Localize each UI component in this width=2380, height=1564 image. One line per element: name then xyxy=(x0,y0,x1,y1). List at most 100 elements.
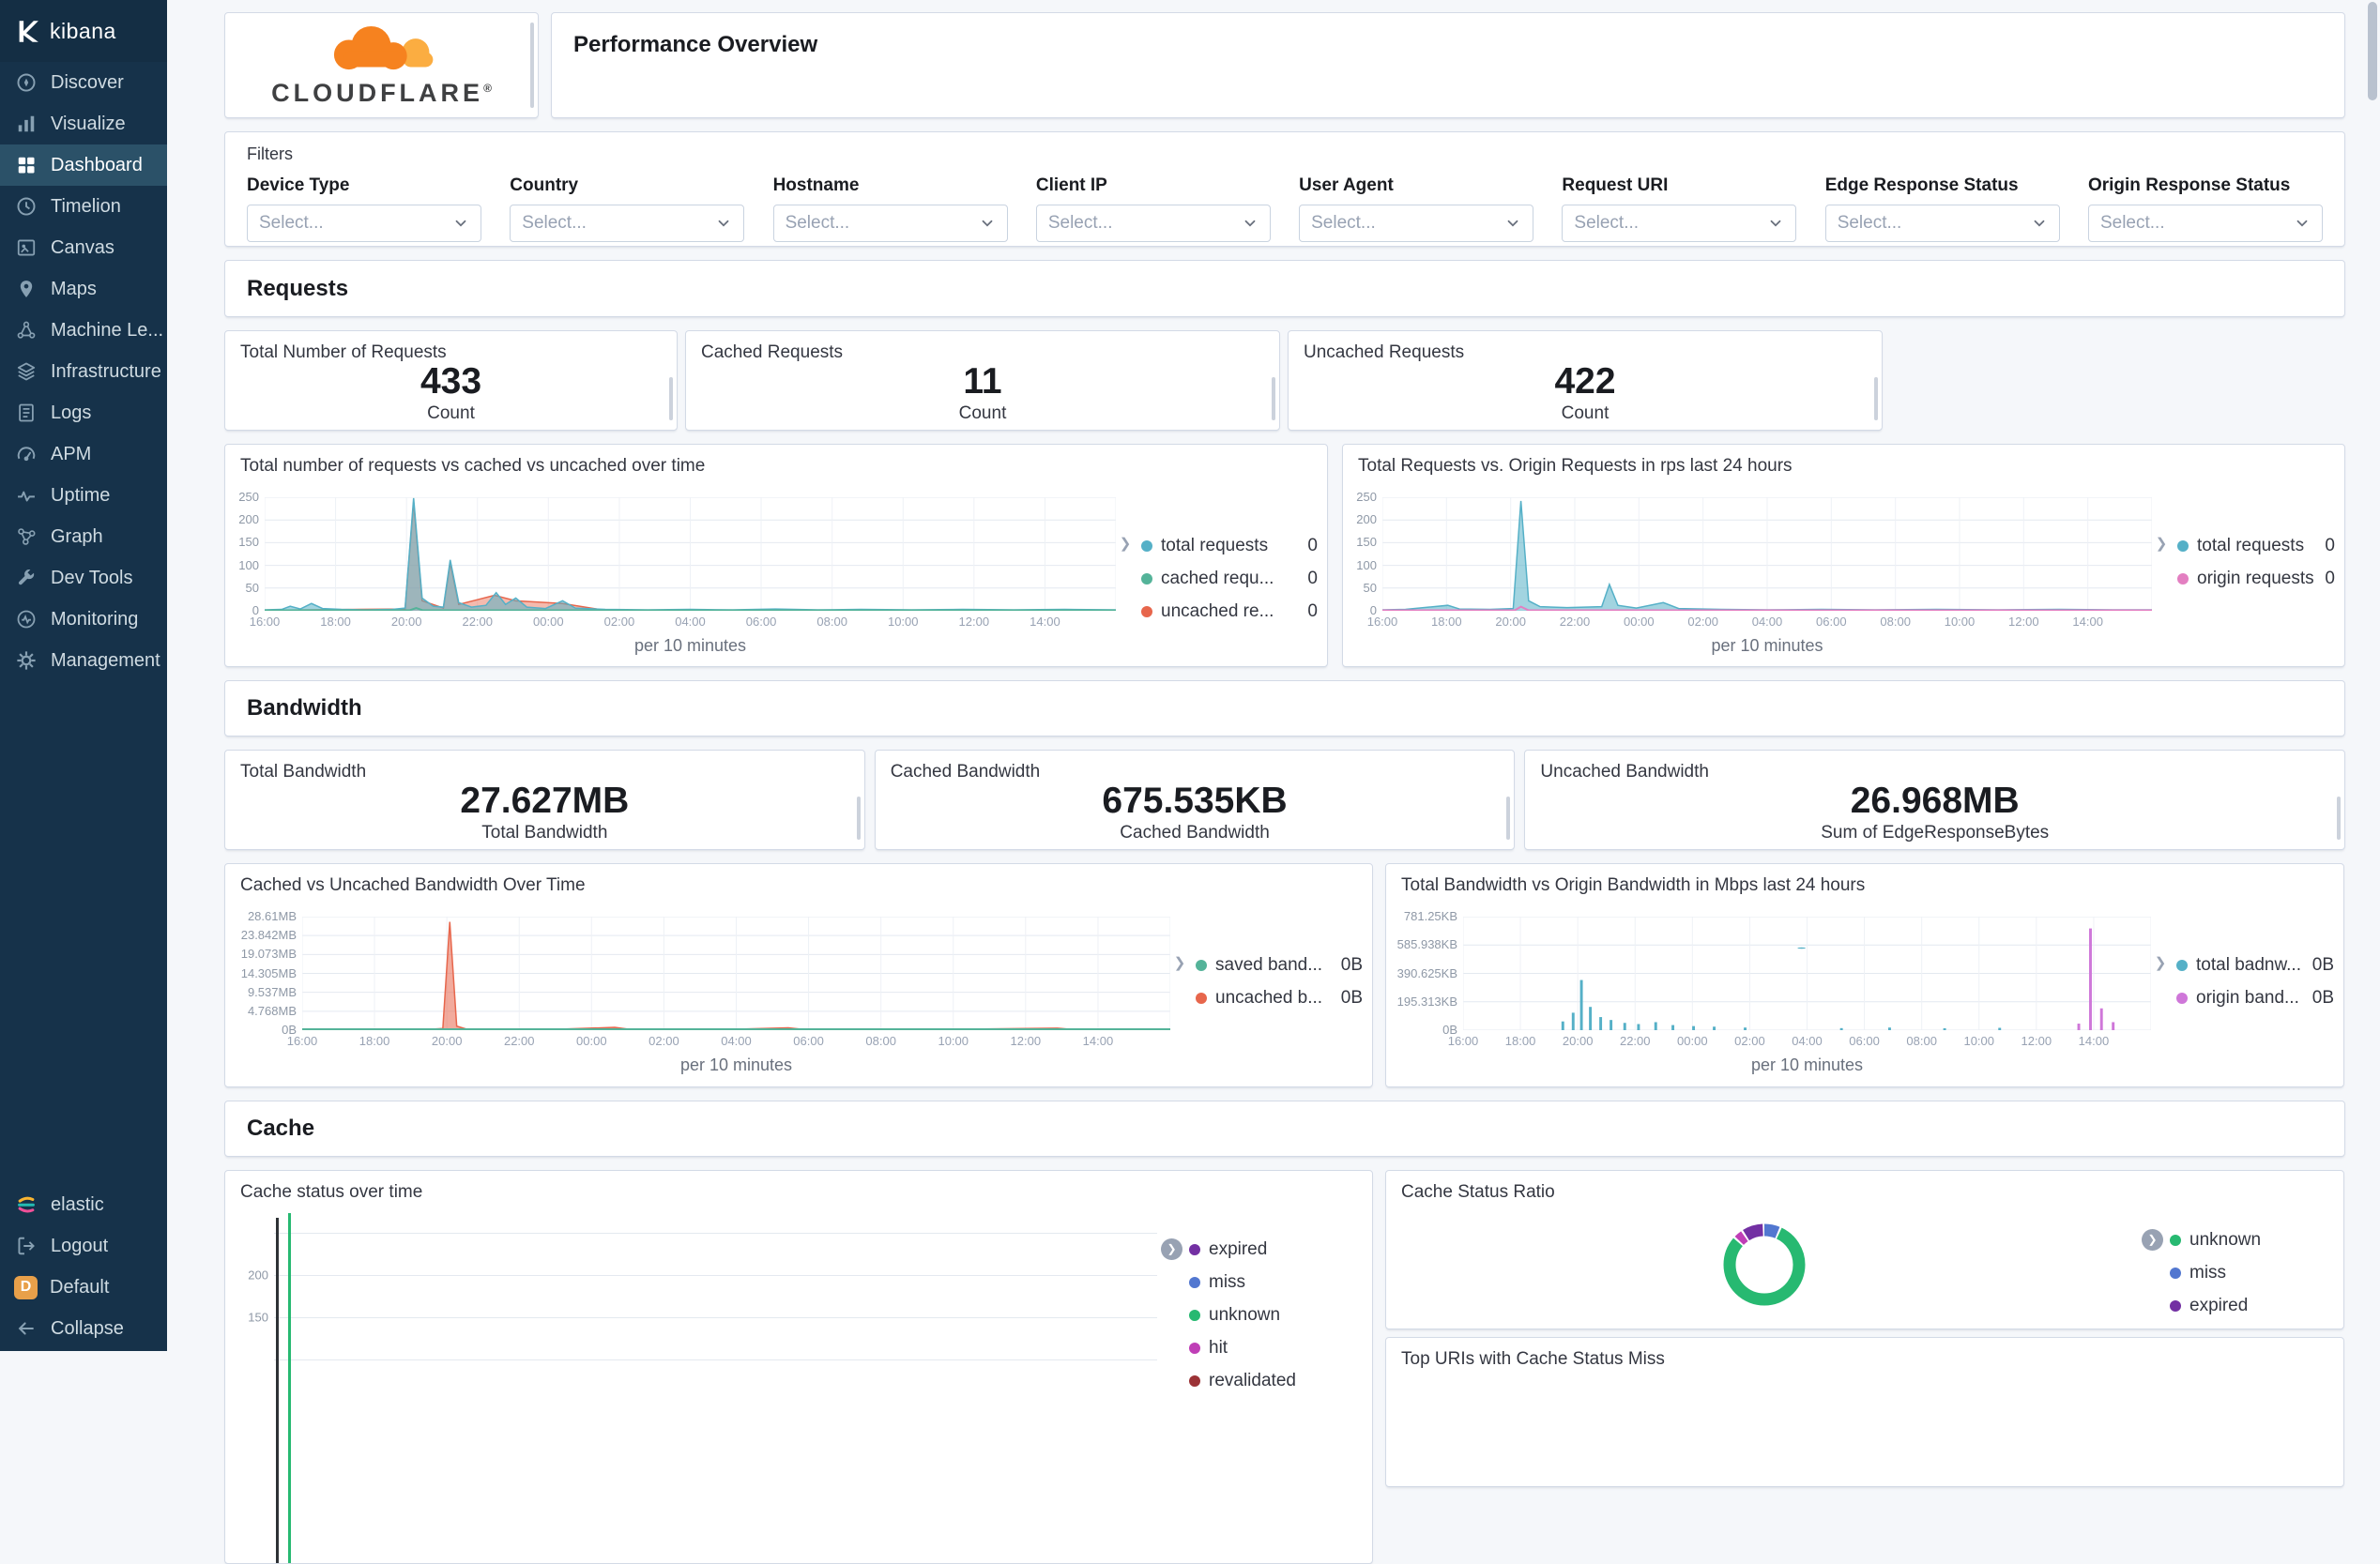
legend-item-total-badnw[interactable]: total badnw... 0B xyxy=(2176,954,2334,977)
sidebar-item-graph[interactable]: Graph xyxy=(0,516,167,557)
sidebar-footer-item-elastic[interactable]: elastic xyxy=(0,1184,167,1225)
legend-item-cached-requ[interactable]: cached requ... 0 xyxy=(1141,568,1318,590)
sidebar-item-label: Management xyxy=(51,650,160,672)
sidebar-item-label: Dev Tools xyxy=(51,568,132,589)
legend-item-origin-requests[interactable]: origin requests 0 xyxy=(2177,568,2335,590)
legend-item-miss[interactable]: miss xyxy=(1189,1271,1363,1294)
legend-toggle-icon[interactable]: ❯ xyxy=(2152,535,2171,656)
monitoring-icon xyxy=(14,607,38,631)
legend-toggle-icon[interactable]: ❯ xyxy=(1116,535,1135,656)
legend-value: 0B xyxy=(2312,955,2334,976)
bandwidth-metrics-row: Total Bandwidth 27.627MB Total Bandwidth… xyxy=(224,750,2345,850)
sidebar-item-visualize[interactable]: Visualize xyxy=(0,103,167,144)
select-placeholder: Select... xyxy=(1311,213,1376,234)
legend-item-total-requests[interactable]: total requests 0 xyxy=(1141,535,1318,557)
sidebar-item-logs[interactable]: Logs xyxy=(0,392,167,433)
chart-legend: total requests 0 origin requests 0 xyxy=(2177,535,2335,656)
panel-scrollbar[interactable] xyxy=(669,377,673,420)
performance-overview-panel: Performance Overview xyxy=(551,12,2345,118)
filter-select-device-type[interactable]: Select... xyxy=(247,205,481,242)
sidebar-item-machine-le[interactable]: Machine Le... xyxy=(0,310,167,351)
legend-label: unknown xyxy=(2189,1230,2343,1251)
sidebar-item-infrastructure[interactable]: Infrastructure xyxy=(0,351,167,392)
sidebar-item-dashboard[interactable]: Dashboard xyxy=(0,144,167,186)
chart-plot xyxy=(1382,497,2152,611)
filter-select-user-agent[interactable]: Select... xyxy=(1299,205,1533,242)
panel-scrollbar[interactable] xyxy=(1506,797,1510,840)
heartbeat-icon xyxy=(14,483,38,508)
sidebar-item-label: Uptime xyxy=(51,485,110,507)
sidebar-item-dev-tools[interactable]: Dev Tools xyxy=(0,557,167,599)
panel-scrollbar[interactable] xyxy=(1874,377,1878,420)
requests-over-time-chart-panel: Total number of requests vs cached vs un… xyxy=(224,444,1328,667)
legend-item-expired[interactable]: expired xyxy=(1189,1238,1363,1261)
legend-item-unknown[interactable]: unknown xyxy=(1189,1304,1363,1327)
sidebar-item-canvas[interactable]: Canvas xyxy=(0,227,167,268)
legend-item-revalidated[interactable]: revalidated xyxy=(1189,1370,1363,1392)
cache-status-donut[interactable] xyxy=(1708,1208,1821,1321)
sidebar-item-monitoring[interactable]: Monitoring xyxy=(0,599,167,640)
filters-panel: Filters Device Type Select... Country Se… xyxy=(224,131,2345,247)
filter-select-country[interactable]: Select... xyxy=(510,205,744,242)
kibana-logo-icon xyxy=(14,19,39,44)
legend-item-uncached-b[interactable]: uncached b... 0B xyxy=(1196,987,1363,1010)
kibana-home-link[interactable]: kibana xyxy=(0,0,167,62)
x-axis-labels: 16:0018:0020:0022:0000:0002:0004:0006:00… xyxy=(1382,615,2152,630)
legend-label: total badnw... xyxy=(2196,955,2304,976)
cloudflare-logo: CLOUDFLARE® xyxy=(271,23,492,108)
filter-select-edge-response-status[interactable]: Select... xyxy=(1825,205,2060,242)
filter-label: Country xyxy=(510,175,744,196)
legend-value: 0 xyxy=(1307,569,1318,589)
filter-select-origin-response-status[interactable]: Select... xyxy=(2088,205,2323,242)
series-color-dot xyxy=(1189,1277,1200,1288)
select-placeholder: Select... xyxy=(259,213,324,234)
chevron-down-icon xyxy=(2294,215,2311,232)
panel-scrollbar[interactable] xyxy=(530,23,534,108)
filter-select-client-ip[interactable]: Select... xyxy=(1036,205,1271,242)
filter-edge-response-status: Edge Response Status Select... xyxy=(1825,175,2060,242)
gear-icon xyxy=(14,648,38,673)
bandwidth-section-header: Bandwidth xyxy=(224,680,2345,736)
legend-item-uncached-re[interactable]: uncached re... 0 xyxy=(1141,600,1318,623)
sidebar-footer-item-logout[interactable]: Logout xyxy=(0,1225,167,1267)
filter-select-request-uri[interactable]: Select... xyxy=(1562,205,1796,242)
panel-scrollbar[interactable] xyxy=(857,797,861,840)
select-placeholder: Select... xyxy=(1838,213,1902,234)
filter-request-uri: Request URI Select... xyxy=(1562,175,1796,242)
sidebar-item-apm[interactable]: APM xyxy=(0,433,167,475)
series-color-dot xyxy=(1189,1310,1200,1321)
legend-toggle-icon[interactable]: ❯ xyxy=(2142,1229,2163,1251)
panel-scrollbar[interactable] xyxy=(2337,797,2341,840)
sidebar-item-uptime[interactable]: Uptime xyxy=(0,475,167,516)
sidebar-footer-item-default[interactable]: DDefault xyxy=(0,1267,167,1308)
legend-toggle-icon[interactable]: ❯ xyxy=(2151,954,2170,1075)
legend-label: saved band... xyxy=(1215,955,1333,976)
legend-toggle-icon[interactable]: ❯ xyxy=(1161,1238,1182,1260)
legend-label: uncached b... xyxy=(1215,988,1333,1009)
sidebar-item-discover[interactable]: Discover xyxy=(0,62,167,103)
legend-item-total-requests[interactable]: total requests 0 xyxy=(2177,535,2335,557)
donut-zone xyxy=(1386,1208,2142,1321)
map-pin-icon xyxy=(14,277,38,301)
legend-item-unknown[interactable]: unknown xyxy=(2170,1229,2343,1252)
metric-center: 26.968MB Sum of EdgeResponseBytes xyxy=(1540,782,2329,843)
sidebar-item-label: Default xyxy=(50,1277,109,1298)
legend-item-hit[interactable]: hit xyxy=(2170,1328,2343,1329)
legend-item-hit[interactable]: hit xyxy=(1189,1337,1363,1359)
requests-charts-row: Total number of requests vs cached vs un… xyxy=(224,444,2345,667)
sidebar-item-management[interactable]: Management xyxy=(0,640,167,681)
legend-label: origin band... xyxy=(2196,988,2304,1009)
sidebar-item-maps[interactable]: Maps xyxy=(0,268,167,310)
legend-item-saved-band[interactable]: saved band... 0B xyxy=(1196,954,1363,977)
sidebar-footer-item-collapse[interactable]: Collapse xyxy=(0,1308,167,1349)
requests-vs-origin-chart-panel: Total Requests vs. Origin Requests in rp… xyxy=(1342,444,2345,667)
filter-select-hostname[interactable]: Select... xyxy=(773,205,1008,242)
legend-item-miss[interactable]: miss xyxy=(2170,1262,2343,1284)
panel-scrollbar[interactable] xyxy=(1272,377,1275,420)
sidebar-item-timelion[interactable]: Timelion xyxy=(0,186,167,227)
legend-toggle-icon[interactable]: ❯ xyxy=(1170,954,1189,1075)
page-scrollbar-thumb[interactable] xyxy=(2368,2,2377,100)
legend-item-expired[interactable]: expired xyxy=(2170,1295,2343,1317)
chart-title: Total Bandwidth vs Origin Bandwidth in M… xyxy=(1386,864,2343,902)
legend-item-origin-band[interactable]: origin band... 0B xyxy=(2176,987,2334,1010)
